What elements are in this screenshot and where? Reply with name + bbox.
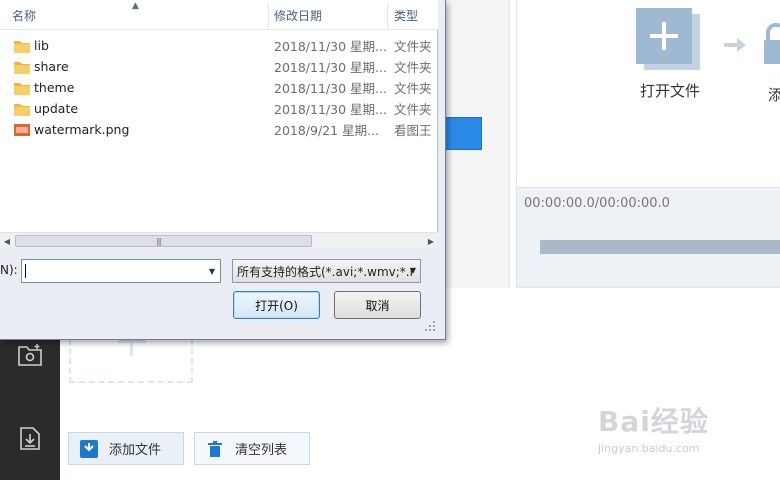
file-name: update xyxy=(34,101,79,116)
file-name: lib xyxy=(34,38,49,53)
open-file-label[interactable]: 打开文件 xyxy=(600,80,740,101)
column-type-label: 类型 xyxy=(394,8,419,23)
resize-grip-icon[interactable] xyxy=(424,320,436,332)
file-type: 看图王 xyxy=(394,123,432,138)
column-modified-label: 修改日期 xyxy=(274,8,323,23)
folder-icon xyxy=(14,40,30,53)
file-type: 文件夹 xyxy=(394,81,432,96)
trash-icon xyxy=(205,439,225,459)
chevron-down-icon: ▼ xyxy=(409,266,416,275)
text-caret xyxy=(25,264,26,278)
file-date: 2018/11/30 星期... xyxy=(274,102,387,117)
file-type: 文件夹 xyxy=(394,60,432,75)
add-files-label: 添加文件 xyxy=(109,443,162,458)
folder-gear-icon xyxy=(18,344,42,366)
file-row[interactable]: lib 2018/11/30 星期... 文件夹 xyxy=(0,35,438,56)
horizontal-scrollbar[interactable]: ◀ ||| ▶ xyxy=(0,232,438,248)
baidu-jingyan-watermark: Bai经验 jingyan.baidu.com xyxy=(598,400,780,464)
encrypt-icon[interactable] xyxy=(764,22,780,64)
column-modified[interactable]: 修改日期 xyxy=(262,0,388,30)
playback-progress-bar[interactable] xyxy=(540,240,780,254)
folder-icon xyxy=(14,103,30,116)
folder-icon xyxy=(14,61,30,74)
chevron-down-icon[interactable]: ▼ xyxy=(204,260,220,282)
file-name: watermark.png xyxy=(34,122,130,137)
watermark-main-text: Bai经验 xyxy=(598,405,709,438)
clear-list-button[interactable]: 清空列表 xyxy=(194,432,310,465)
file-row[interactable]: watermark.png 2018/9/21 星期... 看图王 xyxy=(0,119,438,140)
filename-label: N): xyxy=(0,263,18,277)
filter-value: 所有支持的格式(*.avi;*.wmv;*.r xyxy=(237,264,415,279)
open-file-icon[interactable] xyxy=(634,8,704,72)
sort-ascending-icon: ▲ xyxy=(132,1,139,11)
open-button[interactable]: 打开(O) xyxy=(233,291,320,319)
file-date: 2018/11/30 星期... xyxy=(274,81,387,96)
column-type[interactable]: 类型 xyxy=(382,0,438,30)
file-name: theme xyxy=(34,80,75,95)
png-file-icon xyxy=(14,123,30,136)
column-header-row: 名称 ▲ 修改日期 类型 xyxy=(0,0,438,30)
scrollbar-thumb[interactable]: ||| xyxy=(15,235,312,247)
file-date: 2018/11/30 星期... xyxy=(274,60,387,75)
cancel-button[interactable]: 取消 xyxy=(334,291,421,319)
filename-input[interactable] xyxy=(21,259,221,283)
file-type: 文件夹 xyxy=(394,102,432,117)
scroll-right-icon[interactable]: ▶ xyxy=(424,233,438,249)
timecode-display: 00:00:00.0/00:00:00.0 xyxy=(524,196,670,211)
sidebar-item-download[interactable] xyxy=(0,418,60,458)
file-row[interactable]: update 2018/11/30 星期... 文件夹 xyxy=(0,98,438,119)
file-type: 文件夹 xyxy=(394,39,432,54)
scroll-left-icon[interactable]: ◀ xyxy=(0,233,14,249)
file-row[interactable]: share 2018/11/30 星期... 文件夹 xyxy=(0,56,438,77)
left-sidebar xyxy=(0,330,60,480)
file-type-filter[interactable]: 所有支持的格式(*.avi;*.wmv;*.r ▼ xyxy=(232,259,421,283)
watermark-sub-text: jingyan.baidu.com xyxy=(598,442,700,455)
add-file-icon xyxy=(79,439,99,459)
clear-list-label: 清空列表 xyxy=(235,443,288,458)
file-row[interactable]: theme 2018/11/30 星期... 文件夹 xyxy=(0,77,438,98)
file-list-view[interactable]: 名称 ▲ 修改日期 类型 lib 2018/11/30 星期... 文件夹 sh… xyxy=(0,0,438,232)
column-name-label: 名称 xyxy=(12,8,37,23)
sidebar-item-settings[interactable] xyxy=(0,334,60,374)
add-files-button[interactable]: 添加文件 xyxy=(68,432,184,465)
grip-icon: ||| xyxy=(156,237,162,246)
file-date: 2018/11/30 星期... xyxy=(274,39,387,54)
add-label-partial[interactable]: 添 xyxy=(768,84,780,105)
folder-icon xyxy=(14,82,30,95)
open-file-dialog: 名称 ▲ 修改日期 类型 lib 2018/11/30 星期... 文件夹 sh… xyxy=(0,0,446,340)
arrow-right-icon xyxy=(724,38,746,52)
file-name: share xyxy=(34,59,69,74)
file-date: 2018/9/21 星期... xyxy=(274,123,379,138)
convert-button[interactable] xyxy=(440,117,482,150)
download-icon xyxy=(20,427,40,450)
